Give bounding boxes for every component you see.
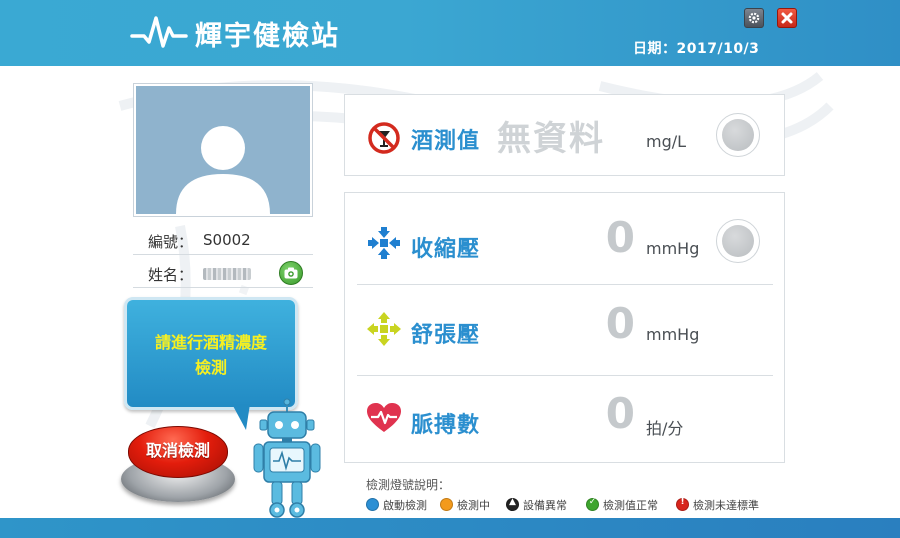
prompt-text: 請進行酒精濃度 檢測 — [127, 330, 295, 380]
legend-label-normal: 檢測值正常 — [603, 499, 658, 512]
camera-icon — [284, 267, 298, 279]
prompt-line-1: 請進行酒精濃度 — [154, 333, 267, 352]
arrows-inward-icon — [368, 227, 400, 259]
legend-label-start: 啟動檢測 — [383, 499, 427, 512]
divider — [357, 284, 773, 285]
name-label: 姓名： — [148, 266, 194, 284]
app-footer — [0, 518, 900, 538]
cancel-button-label: 取消檢測 — [145, 441, 210, 460]
heartbeat-logo-icon — [130, 16, 188, 48]
legend-dot-testing — [440, 498, 453, 511]
avatar — [136, 86, 310, 214]
divider — [357, 375, 773, 376]
no-alcohol-icon — [368, 122, 400, 154]
gear-icon — [748, 12, 760, 24]
robot-mascot-icon — [253, 398, 321, 518]
pulse-label: 脈搏數 — [411, 413, 481, 438]
close-button[interactable] — [777, 8, 797, 28]
id-label: 編號： — [148, 233, 194, 251]
avatar-frame — [133, 83, 313, 217]
pulse-unit: 拍/分 — [646, 419, 684, 438]
prompt-line-2: 檢測 — [194, 358, 227, 377]
alcohol-status-light — [716, 113, 760, 157]
prompt-bubble-tail — [232, 404, 250, 430]
heart-pulse-icon — [367, 403, 401, 432]
legend-dot-normal: ✓ — [586, 497, 599, 511]
alcohol-value: 無資料 — [497, 119, 605, 159]
app-title: 輝宇健檢站 — [195, 21, 340, 52]
pulse-value: 0 — [605, 389, 635, 438]
alcohol-unit: mg/L — [646, 132, 687, 151]
systolic-status-light — [716, 219, 760, 263]
camera-button[interactable] — [279, 261, 303, 285]
systolic-unit: mmHg — [646, 239, 700, 258]
legend-dot-failed: ! — [676, 497, 689, 511]
alcohol-label: 酒測值 — [411, 129, 481, 154]
legend-label-error: 設備異常 — [523, 499, 567, 512]
id-value: S0002 — [203, 231, 251, 249]
prompt-bubble: 請進行酒精濃度 檢測 — [124, 297, 298, 410]
systolic-label: 收縮壓 — [411, 237, 481, 262]
legend-label-testing: 檢測中 — [457, 499, 490, 512]
diastolic-value: 0 — [605, 299, 635, 348]
legend-dot-error: ▲ — [506, 497, 519, 511]
warning-icon: ▲ — [509, 497, 516, 507]
cancel-button[interactable]: 取消檢測 — [128, 426, 228, 478]
id-row: 編號： S0002 — [133, 225, 313, 255]
legend-title: 檢測燈號說明： — [366, 478, 451, 492]
date-label: 日期：2017/10/3 — [633, 41, 760, 57]
check-icon: ✓ — [588, 497, 597, 507]
legend-label-failed: 檢測未達標準 — [693, 499, 759, 512]
close-icon — [781, 12, 793, 24]
settings-button[interactable] — [744, 8, 764, 28]
diastolic-unit: mmHg — [646, 325, 700, 344]
person-silhouette-icon — [176, 126, 270, 214]
vitals-panel: 收縮壓 0 mmHg 舒張壓 0 mmHg 脈搏數 0 拍/分 — [344, 192, 785, 463]
name-row: 姓名： — [133, 258, 313, 288]
name-value-redacted — [203, 268, 251, 280]
diastolic-label: 舒張壓 — [411, 323, 481, 348]
exclamation-icon: ! — [680, 497, 685, 507]
alcohol-panel: 酒測值 無資料 mg/L — [344, 94, 785, 176]
arrows-outward-icon — [367, 312, 401, 346]
app-header: 輝宇健檢站 日期：2017/10/3 — [0, 0, 900, 66]
systolic-value: 0 — [605, 213, 635, 262]
legend-dot-start — [366, 498, 379, 511]
